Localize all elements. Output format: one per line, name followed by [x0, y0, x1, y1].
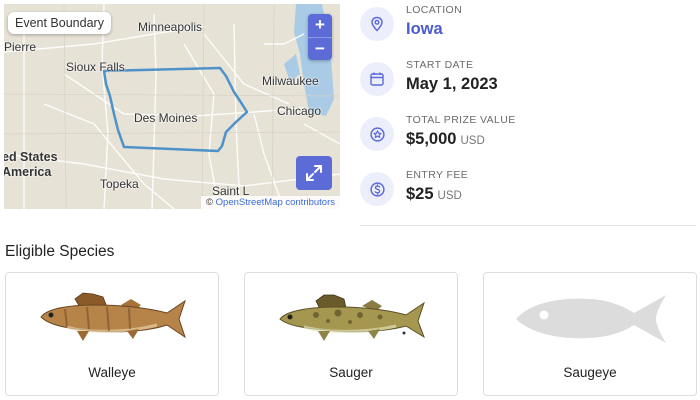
species-name: Walleye — [88, 365, 136, 380]
dollar-coin-icon — [360, 172, 394, 206]
species-card-saugeye[interactable]: Saugeye — [483, 272, 697, 396]
calendar-icon — [360, 62, 394, 96]
entry-fee-currency: USD — [437, 190, 462, 202]
attribution-prefix: © — [206, 197, 214, 208]
award-icon — [360, 117, 394, 151]
map-label-des-moines: Des Moines — [134, 111, 198, 125]
species-name: Sauger — [329, 365, 373, 380]
map-label-minneapolis: Minneapolis — [138, 20, 203, 34]
openstreetmap-link[interactable]: OpenStreetMap contributors — [216, 197, 335, 208]
entry-fee-label: ENTRY FEE — [406, 169, 469, 181]
prize-label: TOTAL PRIZE VALUE — [406, 114, 516, 126]
map-label-chicago: Chicago — [277, 104, 322, 118]
start-date-label: START DATE — [406, 59, 474, 71]
expand-map-button[interactable] — [296, 156, 332, 190]
species-card-sauger[interactable]: Sauger — [244, 272, 458, 396]
detail-location: LOCATION Iowa — [360, 4, 462, 50]
zoom-out-button[interactable]: − — [308, 37, 332, 60]
map-label-milwaukee: Milwaukee — [262, 74, 319, 88]
start-date-value: May 1, 2023 — [406, 75, 498, 93]
location-value-link[interactable]: Iowa — [406, 20, 462, 39]
event-map[interactable]: Minneapolis Pierre Sioux Falls Milwaukee… — [4, 4, 340, 209]
entry-fee-amount: $25 — [406, 185, 434, 203]
map-attribution: © OpenStreetMap contributors — [201, 196, 340, 209]
eligible-species-heading: Eligible Species — [5, 243, 115, 260]
zoom-control: + − — [308, 14, 332, 60]
fish-placeholder-icon — [484, 291, 696, 346]
location-pin-icon — [360, 7, 394, 41]
map-label-pierre: Pierre — [4, 40, 37, 54]
map-label-united-states: ed States — [4, 150, 58, 164]
species-name: Saugeye — [563, 365, 617, 380]
map-label-america: America — [4, 165, 52, 179]
map-label-topeka: Topeka — [100, 177, 139, 191]
prize-currency: USD — [460, 135, 485, 147]
location-label: LOCATION — [406, 4, 463, 16]
entry-fee-value: $25 USD — [406, 185, 468, 204]
sauger-fish-image — [245, 291, 457, 346]
species-card-walleye[interactable]: Walleye — [5, 272, 219, 396]
zoom-in-button[interactable]: + — [308, 14, 332, 37]
section-divider — [360, 225, 696, 226]
walleye-fish-image — [6, 291, 218, 346]
expand-arrows-icon — [306, 165, 322, 181]
event-boundary-badge: Event Boundary — [8, 12, 111, 34]
map-label-sioux-falls: Sioux Falls — [66, 60, 125, 74]
detail-start-date: START DATE May 1, 2023 — [360, 59, 498, 105]
detail-entry-fee: ENTRY FEE $25 USD — [360, 169, 468, 215]
prize-amount: $5,000 — [406, 130, 457, 148]
detail-total-prize: TOTAL PRIZE VALUE $5,000 USD — [360, 114, 516, 160]
prize-value: $5,000 USD — [406, 130, 516, 149]
